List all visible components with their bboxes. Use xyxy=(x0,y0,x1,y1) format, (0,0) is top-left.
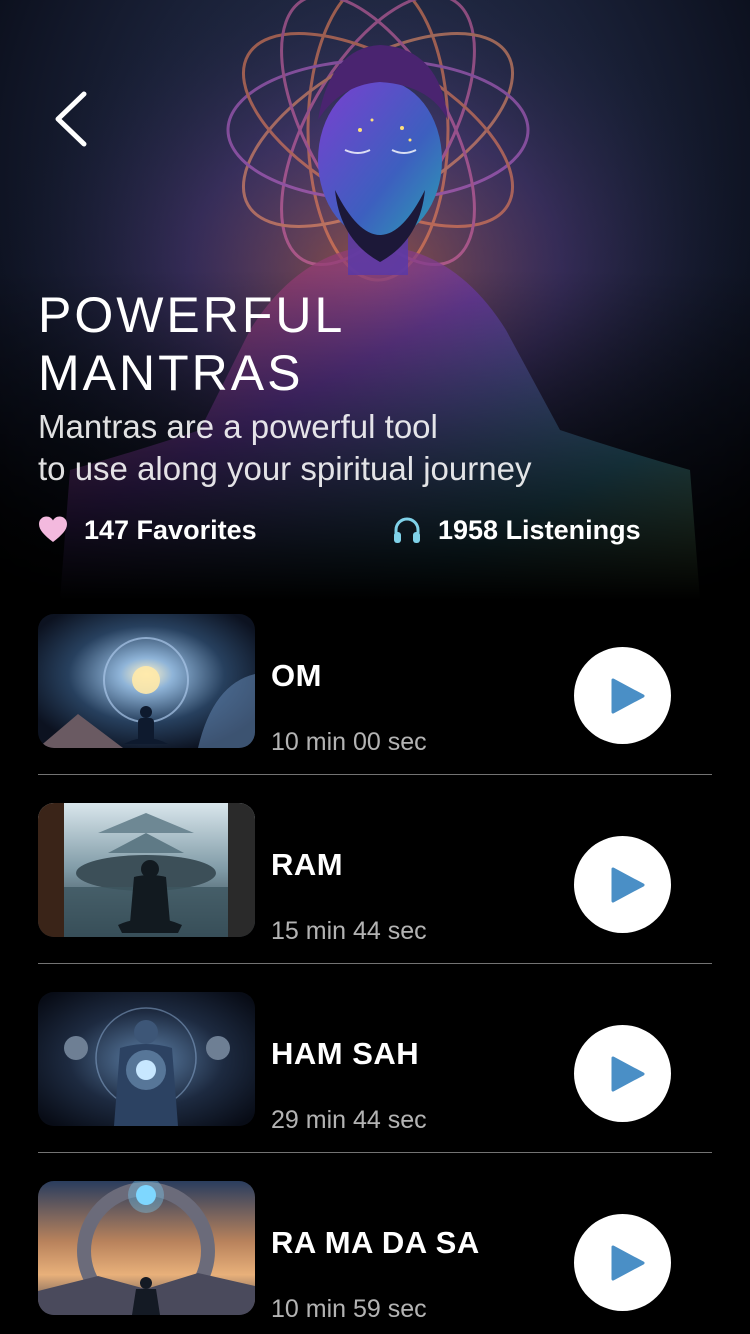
mantra-name: OM xyxy=(271,658,322,693)
heart-icon xyxy=(38,515,68,545)
play-icon xyxy=(611,867,644,902)
mantra-thumbnail xyxy=(38,803,255,937)
mantra-duration: 29 min 44 sec xyxy=(271,1106,427,1134)
play-button[interactable] xyxy=(574,836,671,933)
list-divider xyxy=(38,774,712,775)
mantra-item-ra-ma-da-sa[interactable]: RA MA DA SA 10 min 59 sec xyxy=(0,1167,750,1334)
page-title-line2: MANTRAS xyxy=(38,345,304,401)
mantra-duration: 10 min 59 sec xyxy=(271,1295,427,1323)
mantra-item-ham-sah[interactable]: HAM SAH 29 min 44 sec xyxy=(0,978,750,1167)
page-description-line1: Mantras are a powerful tool xyxy=(38,408,438,445)
hero-section: POWERFUL MANTRAS Mantras are a powerful … xyxy=(0,0,750,600)
play-button[interactable] xyxy=(574,1025,671,1122)
mantra-thumbnail xyxy=(38,1181,255,1315)
play-button[interactable] xyxy=(574,647,671,744)
play-icon xyxy=(611,1245,644,1280)
temple-lake-image xyxy=(38,803,255,937)
back-button[interactable] xyxy=(44,84,104,154)
portal-sunset-image xyxy=(38,1181,255,1315)
mantra-duration: 15 min 44 sec xyxy=(271,917,427,945)
page-title: POWERFUL MANTRAS xyxy=(38,286,598,402)
headphones-icon xyxy=(392,515,422,545)
list-divider xyxy=(38,1152,712,1153)
list-divider xyxy=(38,963,712,964)
mantra-name: HAM SAH xyxy=(271,1036,420,1071)
chevron-left-icon xyxy=(55,91,87,147)
mantra-duration: 10 min 00 sec xyxy=(271,728,427,756)
play-icon xyxy=(611,678,644,713)
play-button[interactable] xyxy=(574,1214,671,1311)
listenings-stat: 1958 Listenings xyxy=(392,510,641,550)
page-description: Mantras are a powerful tool to use along… xyxy=(38,406,658,490)
page-description-line2: to use along your spiritual journey xyxy=(38,450,532,487)
mantra-list: OM 10 min 00 sec RAM 15 min 44 sec HAM S… xyxy=(0,600,750,1334)
mantra-item-om[interactable]: OM 10 min 00 sec xyxy=(0,600,750,789)
mantra-name: RA MA DA SA xyxy=(271,1225,480,1260)
mantras-screen: POWERFUL MANTRAS Mantras are a powerful … xyxy=(0,0,750,1334)
page-title-line1: POWERFUL xyxy=(38,287,346,343)
mantra-item-ram[interactable]: RAM 15 min 44 sec xyxy=(0,789,750,978)
mantra-thumbnail xyxy=(38,614,255,748)
listenings-count: 1958 Listenings xyxy=(438,514,641,545)
mantra-thumbnail xyxy=(38,992,255,1126)
glowing-figure-image xyxy=(38,992,255,1126)
favorites-stat: 147 Favorites xyxy=(38,510,257,550)
play-icon xyxy=(611,1056,644,1091)
favorites-count: 147 Favorites xyxy=(84,514,257,545)
cosmic-orb-image xyxy=(38,614,255,748)
mantra-name: RAM xyxy=(271,847,344,882)
